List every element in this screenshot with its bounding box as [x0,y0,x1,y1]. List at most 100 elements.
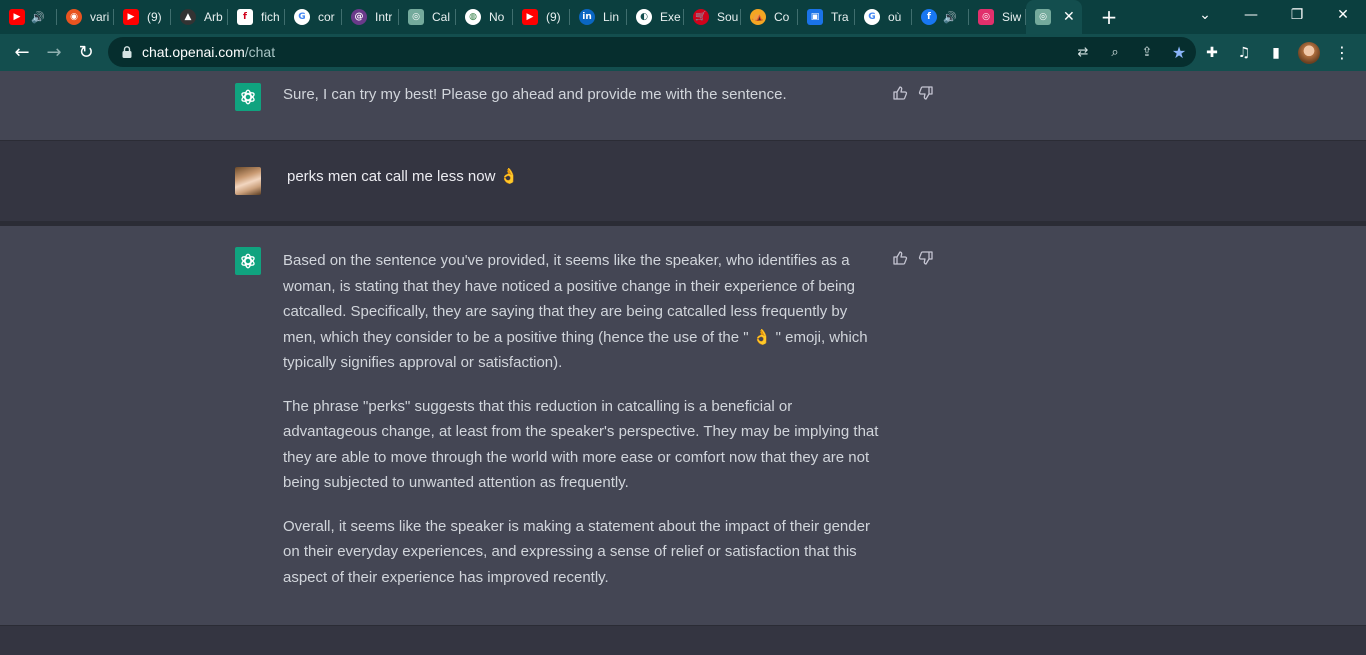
cart-icon: 🛒 [693,9,709,25]
tab-title: Lin [603,10,620,24]
tab-title: cor [318,10,335,24]
user-avatar [235,167,261,195]
tab-9[interactable]: ▶ (9) [114,0,171,34]
tab-9[interactable]: ▶ (9) [513,0,570,34]
tab-list: ▶ 🔊 ◉ vari ▶ (9) ▲ Arb f fich Gcor @ Intr ◎ Cal ◍ No ▶ (9)… [0,0,1026,34]
ubuntu-icon: ◉ [66,9,82,25]
globe-icon: ◐ [636,9,652,25]
media-controls-icon[interactable]: ♫ [1234,45,1254,61]
google-icon: G [864,9,880,25]
assistant-message-text: Sure, I can try my best! Please go ahead… [283,82,883,126]
message-paragraph: Sure, I can try my best! Please go ahead… [283,86,787,103]
chatgpt-icon: ◎ [408,9,424,25]
tab-arb[interactable]: ▲ Arb [171,0,228,34]
tab-title: Exe [660,10,681,24]
side-panel-icon[interactable]: ▮ [1266,45,1286,61]
translate-icon[interactable]: ⇄ [1074,45,1092,60]
url-path: /chat [244,44,276,60]
tab-youtube[interactable]: ▶ 🔊 [0,0,57,34]
tab-vari[interactable]: ◉ vari [57,0,114,34]
tab-title: Siw [1002,10,1022,24]
address-bar[interactable]: chat.openai.com/chat ⇄ ⌕ ⇪ ★ [108,37,1196,67]
facebook-icon: f [921,9,937,25]
tab-o[interactable]: Goù [855,0,912,34]
tab-lin[interactable]: in Lin [570,0,627,34]
tab-search-button[interactable]: ⌄ [1182,0,1228,30]
assistant-message-2: Based on the sentence you've provided, i… [0,226,1366,626]
tab-intr[interactable]: @ Intr [342,0,399,34]
menu-icon[interactable]: ⋮ [1332,43,1352,62]
lock-icon[interactable] [120,45,134,59]
user-message: perks men cat call me less now 👌 [0,141,1366,222]
tab-title: (9) [546,10,561,24]
toolbar-actions: ✚ ♫ ▮ ⋮ [1202,34,1352,71]
tab-title: Co [774,10,790,24]
minimize-button[interactable]: — [1228,0,1274,30]
tab-cor[interactable]: Gcor [285,0,342,34]
browser-toolbar: ← → ↻ chat.openai.com/chat ⇄ ⌕ ⇪ ★ ✚ ♫ ▮… [0,34,1366,71]
back-icon[interactable]: ← [6,37,38,69]
bottom-area [0,626,1366,655]
youtube-icon: ▶ [522,9,538,25]
tab-title: No [489,10,505,24]
tab-co[interactable]: ⛺ Co [741,0,798,34]
chatgpt-avatar [235,247,261,275]
tab-tra[interactable]: ▣ Tra [798,0,855,34]
tab-title: Arb [204,10,223,24]
f-letter-icon: f [237,9,253,25]
tab-active-chatgpt[interactable]: ◎ ✕ [1026,0,1082,34]
openai-logo-icon [241,89,255,105]
openai-logo-icon [241,253,255,269]
tab-title: Sou [717,10,739,24]
reload-icon[interactable]: ↻ [70,37,102,69]
thumbs-down-icon[interactable] [918,250,934,266]
tab-sou[interactable]: 🛒 Sou [684,0,741,34]
message-paragraph: Based on the sentence you've provided, i… [283,252,868,371]
zoom-icon[interactable]: ⌕ [1106,45,1124,60]
thumbs-up-icon[interactable] [892,250,908,266]
spiral-icon: @ [351,9,367,25]
new-tab-button[interactable]: + [1092,5,1126,29]
hat-icon: ▲ [180,9,196,25]
url-text[interactable]: chat.openai.com/chat [142,44,275,60]
chrome-icon: ◍ [465,9,481,25]
youtube-icon: ▶ [9,9,25,25]
tent-icon: ⛺ [750,9,766,25]
tab-title: Intr [375,10,393,24]
extensions-icon[interactable]: ✚ [1202,45,1222,61]
tab-title: Cal [432,10,451,24]
bookmark-star-icon[interactable]: ★ [1170,43,1188,62]
linkedin-icon: in [579,9,595,25]
user-message-text: perks men cat call me less now 👌 [287,168,519,185]
profile-avatar[interactable] [1298,41,1320,64]
tab-title: fich [261,10,280,24]
share-icon[interactable]: ⇪ [1138,45,1156,60]
message-paragraph: Overall, it seems like the speaker is ma… [283,517,870,586]
assistant-message-text: Based on the sentence you've provided, i… [283,248,883,608]
tab-cal[interactable]: ◎ Cal [399,0,456,34]
tab-title: où [888,10,902,24]
forward-icon[interactable]: → [38,37,70,69]
close-window-button[interactable]: ✕ [1320,0,1366,30]
speaker-icon[interactable]: 🔊 [31,11,45,24]
url-domain: chat.openai.com [142,44,245,60]
tab-siw[interactable]: ◎ Siw [969,0,1026,34]
contact-icon: ▣ [807,9,823,25]
tab-title: Tra [831,10,849,24]
thumbs-up-icon[interactable] [892,85,908,101]
tab-fich[interactable]: f fich [228,0,285,34]
assistant-message-1: Sure, I can try my best! Please go ahead… [0,71,1366,141]
tab-title: vari [90,10,110,24]
restore-button[interactable]: ❐ [1274,0,1320,30]
youtube-icon: ▶ [123,9,139,25]
tab-title: (9) [147,10,162,24]
feedback-buttons [892,250,934,266]
instagram-icon: ◎ [978,9,994,25]
tab-exe[interactable]: ◐ Exe [627,0,684,34]
speaker-icon[interactable]: 🔊 [943,11,957,24]
close-tab-icon[interactable]: ✕ [1063,9,1075,25]
omnibox-actions: ⇄ ⌕ ⇪ ★ [1074,37,1188,67]
tab-no[interactable]: ◍ No [456,0,513,34]
thumbs-down-icon[interactable] [918,85,934,101]
tab-facebook[interactable]: f 🔊 [912,0,969,34]
